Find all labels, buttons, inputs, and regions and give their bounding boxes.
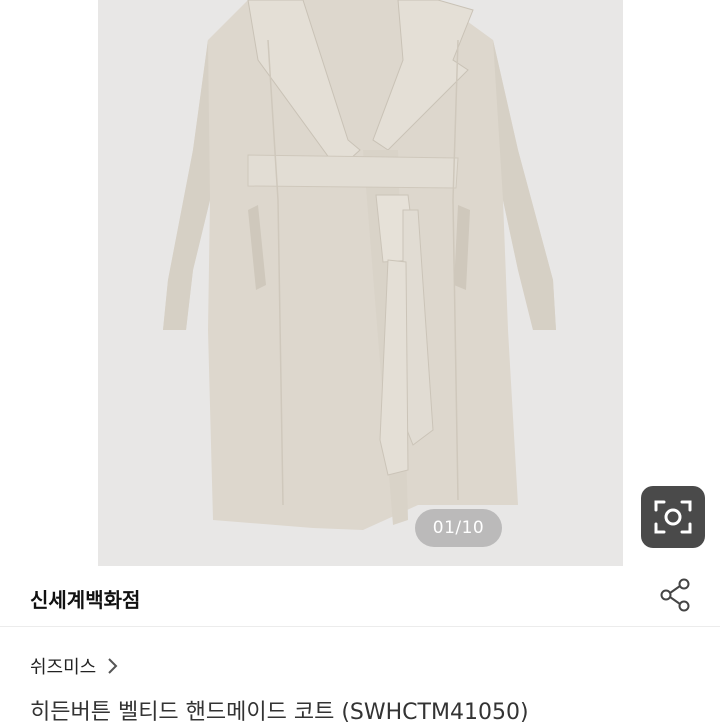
image-counter: 01/10 bbox=[415, 509, 502, 547]
product-photo[interactable]: 01/10 bbox=[98, 0, 623, 566]
store-name[interactable]: 신세계백화점 bbox=[30, 584, 140, 613]
brand-name: 쉬즈미스 bbox=[30, 657, 97, 678]
store-row: 신세계백화점 bbox=[0, 566, 720, 627]
product-title: 히든버튼 벨티드 핸드메이드 코트 (SWHCTM41050) bbox=[30, 700, 529, 725]
brand-link[interactable]: 쉬즈미스 bbox=[30, 652, 118, 680]
chevron-right-icon bbox=[106, 657, 118, 675]
camera-scan-icon bbox=[654, 500, 692, 534]
coat-image bbox=[163, 0, 556, 530]
share-button[interactable] bbox=[656, 575, 696, 615]
share-icon bbox=[660, 578, 690, 612]
image-search-button[interactable] bbox=[641, 486, 705, 548]
product-image-gallery[interactable]: 01/10 bbox=[0, 0, 720, 566]
